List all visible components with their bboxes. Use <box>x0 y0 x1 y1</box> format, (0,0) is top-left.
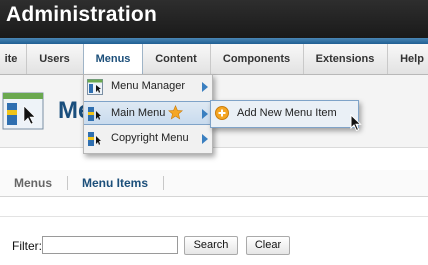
add-icon <box>215 106 229 120</box>
content-divider <box>0 216 428 217</box>
filter-label: Filter: <box>12 239 42 253</box>
menu-icon <box>88 107 101 121</box>
submenu-arrow-icon <box>202 109 208 119</box>
search-button[interactable]: Search <box>184 236 238 255</box>
subnav-tab-menu-items[interactable]: Menu Items <box>82 176 148 190</box>
dropdown-item-copyright-menu[interactable]: Copyright Menu <box>84 127 212 151</box>
clear-button[interactable]: Clear <box>246 236 290 255</box>
submenu-item-add-new-menu-item[interactable]: Add New Menu Item <box>211 101 358 127</box>
filter-input[interactable] <box>42 236 178 254</box>
subnav-separator <box>163 176 164 190</box>
sub-navigation: Menus Menu Items <box>0 170 428 197</box>
mouse-cursor-icon <box>350 114 362 132</box>
subnav-separator <box>67 176 68 190</box>
dropdown-item-label: Menu Manager <box>111 80 185 92</box>
main-menu-submenu: Add New Menu Item <box>210 100 359 128</box>
submenu-arrow-icon <box>202 134 208 144</box>
menubar-item-site[interactable]: ite <box>0 44 22 74</box>
menubar-item-help[interactable]: Help <box>388 44 428 74</box>
subnav-tab-menus[interactable]: Menus <box>14 176 52 190</box>
app-title: Administration <box>6 3 157 26</box>
dropdown-item-label: Copyright Menu <box>111 132 189 144</box>
menu-manager-icon <box>87 79 103 95</box>
menubar-item-users[interactable]: Users <box>27 44 82 74</box>
dropdown-item-main-menu[interactable]: Main Menu <box>84 101 212 125</box>
menubar-item-extensions[interactable]: Extensions <box>304 44 386 74</box>
menubar-item-components[interactable]: Components <box>211 44 302 74</box>
menu-manager-icon <box>2 92 44 130</box>
submenu-arrow-icon <box>202 82 208 92</box>
menubar-item-content[interactable]: Content <box>143 44 209 74</box>
dropdown-item-menu-manager[interactable]: Menu Manager <box>84 75 212 99</box>
message-band <box>0 147 428 171</box>
menu-icon <box>88 132 101 146</box>
default-star-icon <box>168 105 183 120</box>
submenu-item-label: Add New Menu Item <box>237 107 337 119</box>
menus-dropdown: Menu Manager Main Menu Copyright Menu <box>83 74 213 154</box>
main-menubar: ite Users Menus Content Components Exten… <box>0 44 428 75</box>
menubar-item-menus[interactable]: Menus <box>83 44 143 74</box>
dropdown-item-label: Main Menu <box>111 107 166 119</box>
admin-header: Administration <box>0 0 428 38</box>
